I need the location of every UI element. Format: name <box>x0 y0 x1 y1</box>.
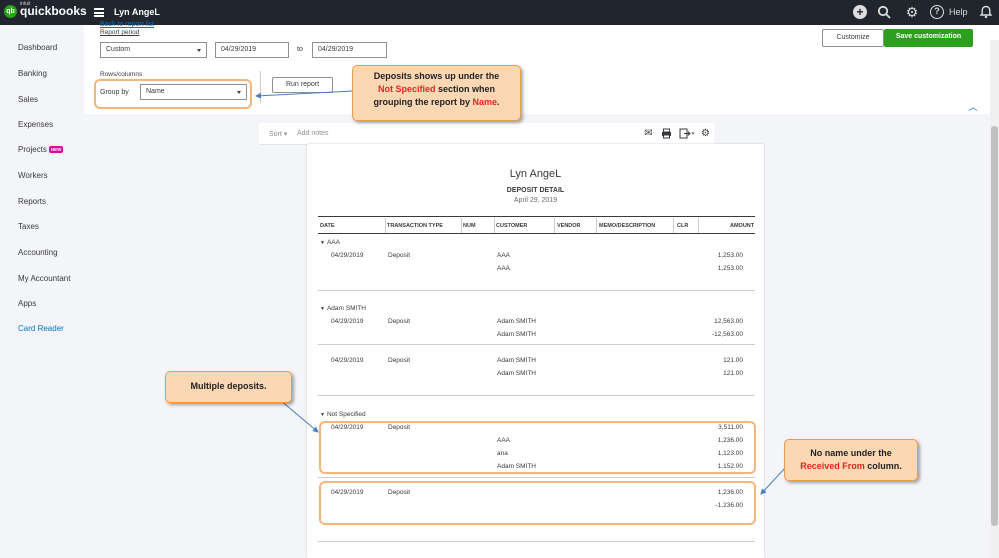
callout-line: No name under the <box>810 448 892 458</box>
callout-line: Received From column. <box>800 461 902 471</box>
callout-line: Deposits shows up under the <box>373 71 500 81</box>
callout-no-name: No name under the Received From column. <box>784 439 918 481</box>
callout-not-specified: Deposits shows up under the Not Specifie… <box>352 65 521 121</box>
callout-multiple-deposits: Multiple deposits. <box>165 371 292 403</box>
callout-line: Not Specified section when <box>377 84 496 94</box>
callout-line: grouping the report by Name. <box>373 97 500 107</box>
